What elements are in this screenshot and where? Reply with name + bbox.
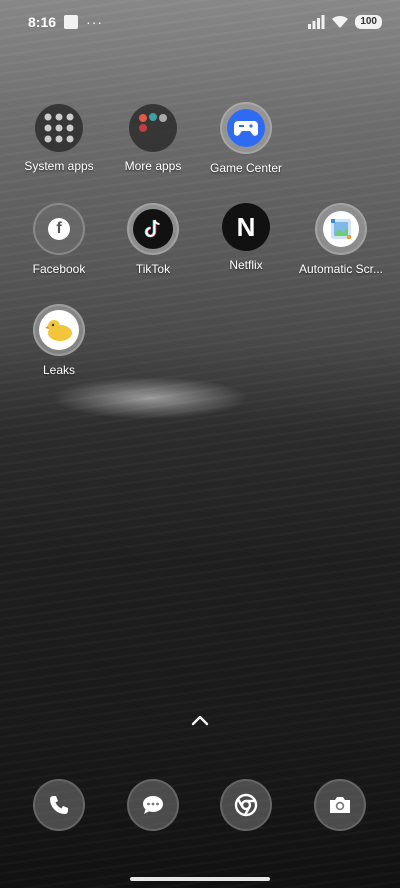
more-notifications-icon: ··· [86,14,104,30]
duck-icon [33,304,85,356]
notification-icon [64,15,79,29]
messages-button[interactable] [127,779,179,831]
phone-icon [50,796,68,814]
gallery-icon [315,203,367,255]
tiktok-icon [127,203,179,255]
app-label: Netflix [229,258,263,272]
netflix-app[interactable]: N Netflix [201,203,291,272]
more-apps-folder[interactable]: More apps [108,104,198,173]
facebook-icon: f [33,203,85,255]
chevron-up-icon[interactable] [190,712,210,728]
folder-icon [129,104,177,152]
tiktok-app[interactable]: TikTok [108,203,198,276]
status-left: 8:16 ··· [28,14,103,30]
home-indicator[interactable] [130,877,270,881]
netflix-icon: N [222,203,270,251]
automatic-screen-app[interactable]: Automatic Scr... [296,203,386,276]
status-right: 100 [307,15,382,29]
app-label: More apps [124,159,182,173]
game-center-app[interactable]: Game Center [201,102,291,175]
app-label: System apps [24,159,94,173]
battery-indicator: 100 [355,15,382,29]
app-label: TikTok [135,262,171,276]
app-label: Automatic Scr... [298,262,384,276]
facebook-app[interactable]: f Facebook [14,203,104,276]
gamepad-icon [220,102,272,154]
chrome-icon [234,793,258,817]
messages-icon [143,796,163,814]
signal-icon [308,15,325,29]
app-label: Game Center [209,161,283,175]
chrome-button[interactable] [220,779,272,831]
app-label: Leaks [42,363,76,377]
phone-button[interactable] [33,779,85,831]
status-bar: 8:16 ··· 100 [0,0,400,44]
camera-icon [330,797,350,813]
folder-icon [35,104,83,152]
app-label: Facebook [32,262,86,276]
camera-button[interactable] [314,779,366,831]
wifi-icon [332,15,349,28]
system-apps-folder[interactable]: System apps [14,104,104,173]
leaks-app[interactable]: Leaks [14,304,104,377]
status-time: 8:16 [28,14,57,30]
